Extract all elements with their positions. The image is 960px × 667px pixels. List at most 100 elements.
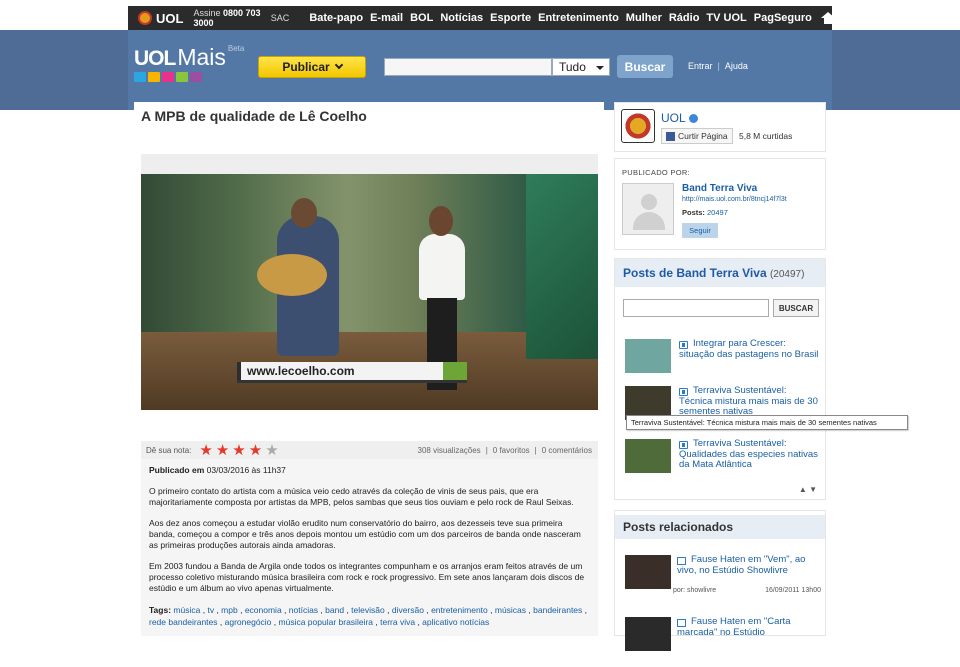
star-rating[interactable]: ★ ★ ★ ★ ★ [199,443,281,458]
related-title[interactable]: Fause Haten em "Vem", ao vivo, no Estúdi… [677,555,817,576]
nav-email[interactable]: E-mail [370,12,403,24]
posts-search-input[interactable] [623,299,769,317]
uol-logo[interactable]: UOL [138,11,183,26]
publisher-posts: Posts: 20497 [682,208,728,217]
tag-link[interactable]: aplicativo notícias [422,617,489,627]
posts-header: Posts de Band Terra Viva (20497) [615,259,825,287]
post-thumbnail[interactable] [625,439,671,473]
arrow-up-icon[interactable]: ▲ [799,485,807,494]
rating-label: Dê sua nota: [146,445,192,455]
ajuda-link[interactable]: Ajuda [725,61,748,71]
nav-radio[interactable]: Rádio [669,12,700,24]
post-title[interactable]: Integrar para Crescer: situação das past… [679,338,819,360]
uol-mais-logo[interactable]: UOLMais Beta [134,44,244,82]
sac-link[interactable]: SAC [271,13,290,23]
post-thumbnail[interactable] [625,339,671,373]
posts-label: Posts: [682,208,705,217]
post-title[interactable]: Terraviva Sustentável: Técnica mistura m… [679,385,819,418]
curtir-label: Curtir Página [678,131,728,141]
nav-mulher[interactable]: Mulher [626,12,662,24]
star-icon[interactable]: ★ [216,443,229,458]
publicar-button[interactable]: Publicar [258,56,366,78]
publisher-name[interactable]: Band Terra Viva [682,183,757,194]
related-item[interactable]: Fause Haten em "Vem", ao vivo, no Estúdi… [623,555,823,605]
video-guitarist-head [291,198,317,228]
tags-list: Tags: música , tv , mpb , economia , not… [149,605,588,627]
tag-link[interactable]: notícias [289,605,318,615]
tag-link[interactable]: diversão [392,605,424,615]
star-icon[interactable]: ★ [199,443,212,458]
star-icon[interactable]: ★ [265,443,278,458]
buscar-button[interactable]: Buscar [617,55,673,78]
home-icon[interactable] [820,12,836,24]
related-item[interactable]: Fause Haten em "Carta marcada" no Estúdi… [623,617,823,667]
related-date: 16/09/2011 13h00 [765,587,821,594]
posts-count[interactable]: 20497 [707,208,728,217]
search-input[interactable] [384,58,552,76]
article-paragraph: Aos dez anos começou a estudar violão er… [149,518,581,550]
tag-link[interactable]: entretenimento [431,605,488,615]
verified-icon [688,114,698,124]
video-player[interactable]: www.lecoelho.com [141,154,598,410]
related-title[interactable]: Fause Haten em "Carta marcada" no Estúdi… [677,617,817,638]
tag-link[interactable]: terra viva [380,617,415,627]
video-host [419,234,465,300]
posts-title[interactable]: Posts de Band Terra Viva [623,266,767,280]
video-host-head [429,206,453,236]
comments-count[interactable]: 0 comentários [542,446,592,455]
publisher-avatar[interactable] [622,183,674,235]
uol-logo-text: UOL [156,10,184,26]
tag-link[interactable]: rede bandeirantes [149,617,218,627]
related-thumbnail[interactable] [625,555,671,589]
account-links: Entrar | Ajuda [688,61,748,71]
tag-link[interactable]: economia [245,605,282,615]
entrar-link[interactable]: Entrar [688,61,713,71]
video-scene-panel [526,174,598,359]
related-posts-box: Posts relacionados Fause Haten em "Vem",… [614,510,826,651]
seguir-button[interactable]: Seguir [682,223,718,238]
image-type-icon [176,72,188,82]
post-item[interactable]: Integrar para Crescer: situação das past… [623,338,823,379]
nav-noticias[interactable]: Notícias [440,12,483,24]
tag-link[interactable]: música popular brasileira [279,617,374,627]
arrow-down-icon[interactable]: ▼ [809,485,817,494]
nav-pagseguro[interactable]: PagSeguro [754,12,812,24]
nav-entretenimento[interactable]: Entretenimento [538,12,619,24]
favorites-count[interactable]: 0 favoritos [493,446,530,455]
star-icon[interactable]: ★ [232,443,245,458]
audio-type-icon [148,72,160,82]
top-bar: UOL Assine 0800 703 3000 SAC Bate-papo E… [128,6,836,30]
article-paragraph: Em 2003 fundou a Banda de Argila onde to… [149,561,585,593]
channel-name[interactable]: UOL [661,111,698,125]
stat-separator: | [534,445,537,455]
nav-tv-uol[interactable]: TV UOL [706,12,746,24]
posts-search-button[interactable]: BUSCAR [773,299,819,317]
channel-avatar[interactable] [621,109,655,143]
curtir-pagina-button[interactable]: Curtir Página [661,128,733,144]
publisher-url[interactable]: http://mais.uol.com.br/8tncj14f7l3t [682,196,787,203]
publisher-box: PUBLICADO POR: Band Terra Viva http://ma… [614,158,826,250]
tag-link[interactable]: agronegócio [225,617,272,627]
channel-box: UOL Curtir Página 5,8 M curtidas [614,102,826,152]
article-paragraph: O primeiro contato do artista com a músi… [149,486,574,507]
nav-bol[interactable]: BOL [410,12,433,24]
tag-link[interactable]: música [173,605,200,615]
search-scope-select[interactable]: Tudo [552,58,610,76]
search-scope-value: Tudo [559,60,586,74]
tag-link[interactable]: músicas [495,605,526,615]
nav-esporte[interactable]: Esporte [490,12,531,24]
nav-bate-papo[interactable]: Bate-papo [309,12,363,24]
tag-link[interactable]: band [325,605,344,615]
assine-phone[interactable]: Assine 0800 703 3000 [193,8,264,28]
post-title[interactable]: Terraviva Sustentável: Qualidades das es… [679,438,819,471]
tag-link[interactable]: tv [207,605,214,615]
tag-link[interactable]: televisão [351,605,385,615]
star-icon[interactable]: ★ [249,443,262,458]
tag-link[interactable]: bandeirantes [533,605,582,615]
published-label: Publicado em [149,465,205,475]
related-thumbnail[interactable] [625,617,671,651]
brand-beta: Beta [227,44,245,53]
tag-link[interactable]: mpb [221,605,238,615]
post-item[interactable]: Terraviva Sustentável: Qualidades das es… [623,438,823,479]
chevron-down-icon [334,60,343,70]
